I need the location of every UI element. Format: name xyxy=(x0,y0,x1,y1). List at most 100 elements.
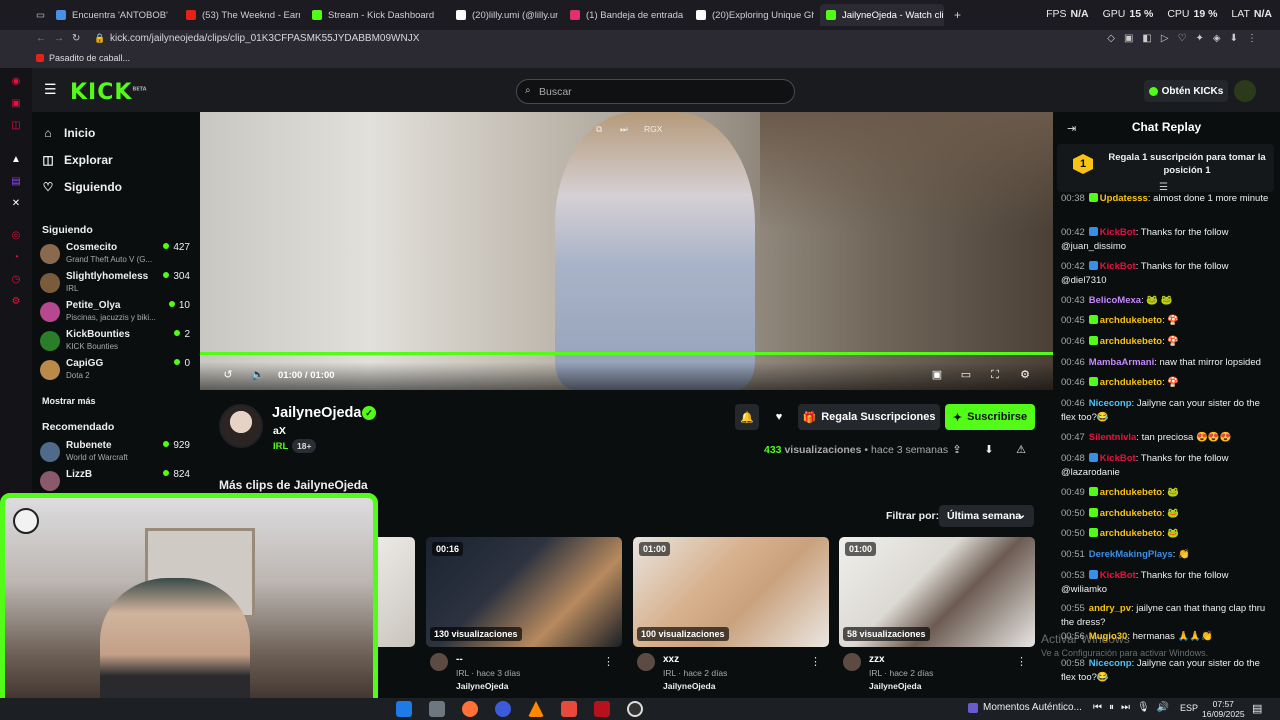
filter-dropdown[interactable]: Última semana ⌄ xyxy=(939,505,1034,527)
sidebar-channel[interactable]: LizzB 824 xyxy=(40,468,190,494)
tab-overview-icon[interactable]: ▭ xyxy=(30,4,52,26)
language-indicator[interactable]: ESP xyxy=(1180,703,1198,713)
vlc-icon[interactable] xyxy=(528,701,544,717)
browser-tab[interactable]: (1) Bandeja de entrada • xyxy=(564,4,684,26)
clip-title[interactable]: xxz xyxy=(663,654,679,665)
clip-title[interactable]: zzx xyxy=(869,654,885,665)
clip-channel[interactable]: JailyneOjeda xyxy=(456,681,508,691)
sidebar-nav-explorar[interactable]: ◫ Explorar xyxy=(42,153,112,167)
download-icon[interactable]: ⬇ xyxy=(982,443,996,457)
message-username[interactable]: archdukebeto xyxy=(1100,487,1162,498)
show-more-link[interactable]: Mostrar más xyxy=(42,396,96,406)
sidebar-channel[interactable]: KickBounties KICK Bounties 2 xyxy=(40,328,190,354)
outlook-icon[interactable] xyxy=(396,701,412,717)
settings-icon[interactable]: ⚙ xyxy=(1018,368,1032,382)
more-options-icon[interactable]: ⋮ xyxy=(603,655,614,668)
panel-icon-6[interactable]: ◔ xyxy=(10,252,22,264)
app-icon[interactable] xyxy=(561,701,577,717)
message-username[interactable]: KickBot xyxy=(1100,453,1136,464)
message-username[interactable]: archdukebeto xyxy=(1100,528,1162,539)
panel-icon-5[interactable]: ◎ xyxy=(10,230,22,242)
media-widget[interactable]: Momentos Auténtico... ⏮⏸⏭🎙🔊 xyxy=(968,702,1176,713)
clip-channel-avatar[interactable] xyxy=(430,653,448,671)
message-username[interactable]: KickBot xyxy=(1100,570,1136,581)
message-username[interactable]: Updatesss xyxy=(1100,193,1148,204)
message-username[interactable]: DerekMakingPlays xyxy=(1089,549,1173,560)
reload-icon[interactable]: ↻ xyxy=(72,33,80,44)
file-explorer-icon[interactable] xyxy=(429,701,445,717)
message-username[interactable]: Niceconp xyxy=(1089,658,1132,669)
get-kicks-button[interactable]: Obtén KICKs xyxy=(1144,80,1228,102)
browser-tab[interactable]: (20)Exploring Unique Gh xyxy=(690,4,814,26)
message-username[interactable]: KickBot xyxy=(1100,261,1136,272)
browser-tab[interactable]: Encuentra 'ANTOBOB' en xyxy=(50,4,170,26)
volume-icon[interactable]: 🔈 xyxy=(251,368,265,382)
bookmark-item[interactable]: Pasadito de caball... xyxy=(49,53,130,63)
video-progress-bar[interactable] xyxy=(200,352,1053,355)
browser-tab[interactable]: (20)lilly.umi (@lilly.umi) | xyxy=(450,4,558,26)
forward-icon[interactable]: → xyxy=(54,33,64,44)
clip-thumbnail[interactable]: 01:00 58 visualizaciones xyxy=(839,537,1035,647)
miniplayer-icon[interactable]: ▣ xyxy=(930,368,944,382)
theater-mode-icon[interactable]: ▭ xyxy=(959,368,973,382)
channel-name[interactable]: JailyneOjeda xyxy=(272,405,361,421)
message-username[interactable]: archdukebeto xyxy=(1100,508,1162,519)
message-username[interactable]: Silentnivla xyxy=(1089,432,1137,443)
kick-logo[interactable]: KICKBETA xyxy=(70,80,147,105)
fullscreen-icon[interactable]: ⛶ xyxy=(988,368,1002,382)
search-input[interactable]: ⌕ Buscar xyxy=(516,79,795,104)
sidebar-channel[interactable]: Cosmecito Grand Theft Auto V (G... 427 xyxy=(40,241,190,267)
panel-icon-1[interactable]: ◉ xyxy=(10,76,22,88)
x-icon[interactable]: ✕ xyxy=(10,198,22,210)
clip-thumbnail[interactable]: 01:00 100 visualizaciones xyxy=(633,537,829,647)
browser-tab[interactable]: Stream - Kick Dashboard xyxy=(306,4,442,26)
panel-icon-3[interactable]: ◫ xyxy=(10,120,22,132)
url-field[interactable]: kick.com/jailyneojeda/clips/clip_01K3CFP… xyxy=(110,33,419,44)
clock[interactable]: 07:57 16/09/2025 xyxy=(1202,699,1245,719)
twitch-icon[interactable]: ▤ xyxy=(10,176,22,188)
clip-channel-avatar[interactable] xyxy=(843,653,861,671)
more-options-icon[interactable]: ⋮ xyxy=(1016,655,1027,668)
back-icon[interactable]: ← xyxy=(36,33,46,44)
tray-icons[interactable]: ⏮⏸⏭🎙🔊 xyxy=(1093,702,1176,713)
panel-icon-2[interactable]: ▣ xyxy=(10,98,22,110)
panel-icon-7[interactable]: ◷ xyxy=(10,274,22,286)
gift-subs-button[interactable]: 🎁 Regala Suscripciones xyxy=(798,404,940,430)
message-username[interactable]: archdukebeto xyxy=(1100,377,1162,388)
notification-bell-button[interactable]: 🔔 xyxy=(735,404,759,430)
browser-tab[interactable]: (53) The Weeknd - Earne xyxy=(180,4,300,26)
share-icon[interactable]: ⇪ xyxy=(950,443,964,457)
clip-thumbnail[interactable]: 00:16 130 visualizaciones xyxy=(426,537,622,647)
clip-title[interactable]: -- xyxy=(456,654,463,665)
user-avatar[interactable] xyxy=(1234,80,1256,102)
message-username[interactable]: KickBot xyxy=(1100,227,1136,238)
sidebar-channel[interactable]: Petite_Olya Piscinas, jacuzzis y biki... 1… xyxy=(40,299,190,325)
sidebar-nav-siguiendo[interactable]: ♡ Siguiendo xyxy=(42,180,122,194)
replay-icon[interactable]: ↺ xyxy=(221,368,235,382)
message-username[interactable]: BelicoMexa xyxy=(1089,295,1141,306)
subscribe-button[interactable]: ✦ Suscribirse xyxy=(945,404,1035,430)
firefox-icon[interactable] xyxy=(462,701,478,717)
more-options-icon[interactable]: ⋮ xyxy=(810,655,821,668)
sidebar-channel[interactable]: CapiGG Dota 2 0 xyxy=(40,357,190,383)
chrome-icon[interactable] xyxy=(495,701,511,717)
clip-icon[interactable]: ⧉ xyxy=(596,124,602,135)
message-username[interactable]: archdukebeto xyxy=(1100,315,1162,326)
clip-channel[interactable]: JailyneOjeda xyxy=(869,681,921,691)
category-link[interactable]: IRL xyxy=(273,441,288,452)
message-username[interactable]: Niceconp xyxy=(1089,398,1132,409)
gear-icon[interactable]: ⚙ xyxy=(10,296,22,308)
obs-icon[interactable] xyxy=(627,701,643,717)
skip-icon[interactable]: ⏭ xyxy=(620,124,628,135)
report-icon[interactable]: ⚠ xyxy=(1014,443,1028,457)
sidebar-channel[interactable]: Rubenete World of Warcraft 929 xyxy=(40,439,190,465)
browser-tab[interactable]: JailyneOjeda - Watch clip xyxy=(820,4,944,26)
sidebar-nav-inicio[interactable]: ⌂ Inicio xyxy=(42,126,95,140)
opera-icon[interactable] xyxy=(594,701,610,717)
message-username[interactable]: andry_pv xyxy=(1089,603,1131,614)
video-player[interactable]: ⧉ ⏭ RGX ↺ 🔈 01:00 / 01:00 ▣ ▭ ⛶ ⚙ xyxy=(200,112,1053,390)
panel-icon-4[interactable]: ▲ xyxy=(10,154,22,166)
menu-icon[interactable]: ☰ xyxy=(44,81,57,98)
message-username[interactable]: archdukebeto xyxy=(1100,336,1162,347)
clip-channel[interactable]: JailyneOjeda xyxy=(663,681,715,691)
